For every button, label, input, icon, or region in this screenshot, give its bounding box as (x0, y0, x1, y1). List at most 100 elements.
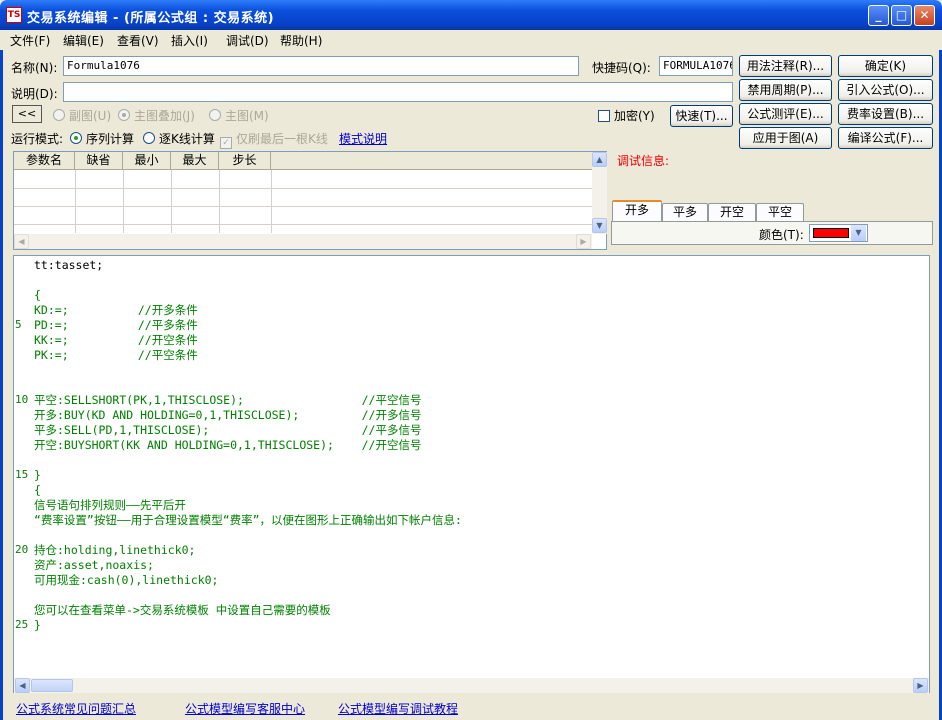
test-formula-button[interactable]: 公式测评(E)... (739, 103, 832, 125)
line-number: 10 (15, 393, 29, 406)
param-col-line (75, 170, 76, 233)
apply-chart-button[interactable]: 应用于图(A) (739, 127, 832, 149)
tab-open-long[interactable]: 开多 (612, 200, 662, 222)
title-bar[interactable]: TS 交易系统编辑 - (所属公式组 : 交易系统) _ □ ✕ (0, 0, 942, 30)
code-line: 平多:SELL(PD,1,THISCLOSE); //平多信号 (34, 423, 422, 437)
param-col-name[interactable]: 参数名 (14, 152, 75, 170)
maximize-button[interactable]: □ (891, 5, 912, 26)
menu-insert[interactable]: 插入(I) (171, 32, 208, 49)
app-icon: TS (6, 7, 22, 23)
radio-overlay[interactable]: 主图叠加(J) (118, 107, 195, 124)
menu-file[interactable]: 文件(F) (10, 32, 50, 49)
radio-mainchart-dot (209, 109, 221, 121)
line-number-gutter: 5 10 15 20 25 (14, 256, 34, 678)
scroll-down-arrow-icon[interactable]: ▼ (592, 218, 607, 233)
radio-mainchart[interactable]: 主图(M) (209, 107, 269, 124)
chevron-down-icon[interactable]: ▼ (851, 225, 866, 241)
tab-open-short[interactable]: 开空 (708, 203, 756, 221)
scroll-up-arrow-icon[interactable]: ▲ (592, 152, 607, 167)
encrypt-label: 加密(Y) (614, 109, 655, 123)
scroll-right-arrow-icon[interactable]: ▶ (913, 678, 928, 693)
color-label: 颜色(T): (759, 228, 804, 242)
radio-mode-sequence-dot (70, 132, 82, 144)
only-last-label: 仅刷最后一根K线 (236, 132, 328, 146)
radio-subchart[interactable]: 副图(U) (53, 107, 111, 124)
window-frame-left (0, 30, 3, 720)
radio-mode-kline-label: 逐K线计算 (159, 132, 215, 146)
radio-mode-sequence[interactable]: 序列计算 (70, 130, 134, 147)
param-col-max[interactable]: 最大 (171, 152, 219, 170)
param-col-line (171, 170, 172, 233)
code-line: { (34, 288, 41, 302)
menu-view[interactable]: 查看(V) (117, 32, 159, 49)
tutorial-link[interactable]: 公式模型编写调试教程 (338, 700, 458, 717)
name-label: 名称(N): (11, 61, 58, 75)
radio-mode-kline-dot (143, 132, 155, 144)
code-line: 您可以在查看菜单->交易系统模板 中设置自己需要的模板 (34, 603, 331, 617)
radio-subchart-label: 副图(U) (69, 109, 112, 123)
menu-debug[interactable]: 调试(D) (226, 32, 269, 49)
close-button[interactable]: ✕ (914, 5, 935, 26)
support-center-link[interactable]: 公式模型编写客服中心 (185, 700, 305, 717)
usage-note-button[interactable]: 用法注释(R)... (739, 55, 832, 77)
radio-mainchart-label: 主图(M) (225, 109, 269, 123)
desc-input[interactable] (63, 82, 733, 102)
menu-bar: 文件(F) 编辑(E) 查看(V) 插入(I) 调试(D) 帮助(H) (0, 30, 942, 50)
line-number: 20 (15, 543, 29, 556)
desc-label: 说明(D): (11, 87, 58, 101)
code-line: } (34, 618, 41, 632)
confirm-button[interactable]: 确定(K) (838, 55, 933, 77)
param-col-min[interactable]: 最小 (123, 152, 171, 170)
import-formula-button[interactable]: 引入公式(O)... (838, 79, 933, 101)
param-row-line (14, 188, 592, 189)
tab-close-short[interactable]: 平空 (756, 203, 804, 221)
param-table[interactable]: 参数名 缺省 最小 最大 步长 ▲ ▼ ◀ ▶ (13, 151, 607, 250)
disable-period-button[interactable]: 禁用周期(P)... (739, 79, 832, 101)
code-line: } (34, 468, 41, 482)
scroll-left-arrow-icon[interactable]: ◀ (14, 234, 29, 249)
scroll-right-arrow-icon[interactable]: ▶ (576, 234, 591, 249)
code-line: 信号语句排列规则——先平后开 (34, 498, 186, 512)
menu-help[interactable]: 帮助(H) (280, 32, 322, 49)
line-number: 5 (15, 318, 22, 331)
faq-link[interactable]: 公式系统常见问题汇总 (16, 700, 136, 717)
editor-hscroll[interactable]: ◀ ▶ (14, 678, 929, 693)
scroll-thumb[interactable] (31, 679, 73, 692)
mode-help-link[interactable]: 模式说明 (339, 130, 387, 147)
code-line: 资产:asset,noaxis; (34, 558, 154, 572)
code-line: tt:tasset; (34, 258, 104, 272)
scroll-left-arrow-icon[interactable]: ◀ (15, 678, 30, 693)
compile-button[interactable]: 编译公式(F)... (838, 127, 933, 149)
encrypt-checkbox[interactable]: 加密(Y) (598, 107, 655, 124)
code-editor[interactable]: 5 10 15 20 25 tt:tasset; { KD:=; //开多条件 … (13, 255, 930, 693)
name-input[interactable]: Formula1076 (63, 56, 579, 76)
minimize-button[interactable]: _ (868, 5, 889, 26)
tab-close-long[interactable]: 平多 (662, 203, 708, 221)
window-title: 交易系统编辑 - (所属公式组 : 交易系统) (27, 11, 275, 26)
shortcut-label: 快捷码(Q): (592, 61, 651, 75)
radio-mode-sequence-label: 序列计算 (86, 132, 135, 146)
quick-button[interactable]: 快速(T)... (670, 105, 733, 127)
code-line: 开空:BUYSHORT(KK AND HOLDING=0,1,THISCLOSE… (34, 438, 422, 452)
shortcut-input[interactable]: FORMULA1076 (659, 56, 733, 76)
collapse-button[interactable]: << (12, 105, 42, 123)
param-col-step[interactable]: 步长 (219, 152, 271, 170)
code-line: PD:=; //平多条件 (34, 318, 198, 332)
param-col-default[interactable]: 缺省 (75, 152, 123, 170)
param-hscroll[interactable]: ◀ ▶ (14, 234, 592, 249)
debug-info-label: 调试信息: (617, 154, 670, 168)
param-vscroll[interactable]: ▲ ▼ (592, 152, 607, 234)
param-table-header: 参数名 缺省 最小 最大 步长 (14, 152, 592, 170)
encrypt-checkbox-box (598, 110, 610, 122)
only-last-checkbox[interactable]: ✓ 仅刷最后一根K线 (220, 130, 328, 149)
code-line: KD:=; //开多条件 (34, 303, 198, 317)
radio-mode-kline[interactable]: 逐K线计算 (143, 130, 215, 147)
fee-setting-button[interactable]: 费率设置(B)... (838, 103, 933, 125)
code-line: 开多:BUY(KD AND HOLDING=0,1,THISCLOSE); //… (34, 408, 422, 422)
color-dropdown[interactable]: ▼ (809, 224, 868, 242)
radio-overlay-dot (118, 109, 130, 121)
only-last-check-icon: ✓ (220, 137, 232, 149)
radio-overlay-label: 主图叠加(J) (134, 109, 195, 123)
menu-edit[interactable]: 编辑(E) (63, 32, 104, 49)
code-line: PK:=; //平空条件 (34, 348, 198, 362)
